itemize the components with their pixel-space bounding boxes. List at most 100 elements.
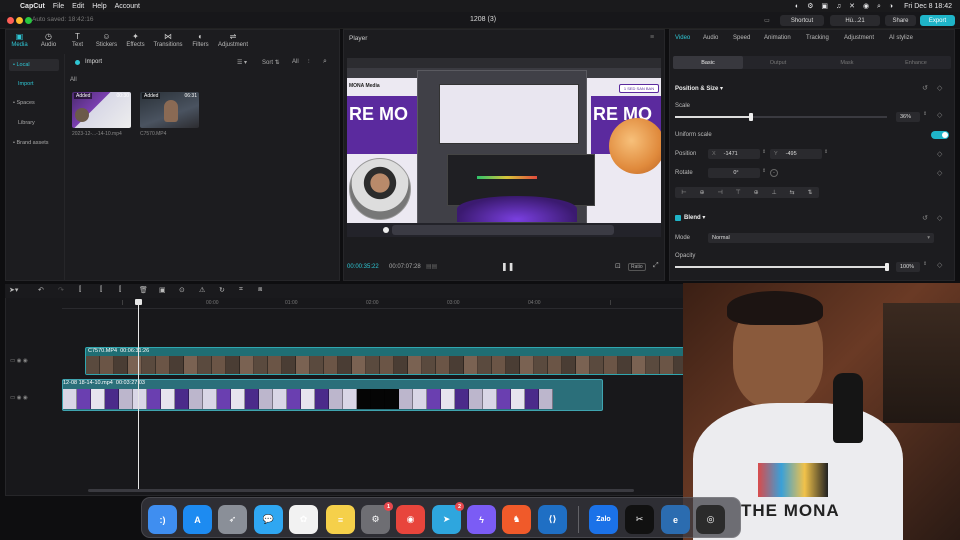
keyframe-icon[interactable]: ◇ bbox=[937, 84, 942, 92]
tab-tracking[interactable]: Tracking bbox=[806, 35, 829, 41]
media-clip-thumbnail[interactable]: Added 06:31 bbox=[140, 92, 199, 128]
sidebar-item-brand-assets[interactable]: • Brand assets bbox=[9, 137, 63, 149]
delete-icon[interactable]: 🗑 bbox=[139, 286, 148, 294]
subtab-basic[interactable]: Basic bbox=[673, 56, 743, 69]
opacity-stepper-icon[interactable]: ⇕ bbox=[923, 261, 927, 267]
menu-file[interactable]: File bbox=[53, 3, 64, 10]
position-y-input[interactable]: Y -495 bbox=[770, 149, 822, 159]
opacity-slider-handle[interactable] bbox=[885, 263, 889, 271]
all-filter-button[interactable]: All bbox=[292, 59, 299, 65]
menu-edit[interactable]: Edit bbox=[72, 3, 84, 10]
flip-h-icon[interactable]: ⇆ bbox=[790, 189, 795, 196]
blend-checkbox[interactable] bbox=[675, 215, 681, 221]
messenger-icon[interactable]: ϟ bbox=[467, 505, 496, 534]
settings-icon[interactable]: ⚙ 1 bbox=[361, 502, 393, 534]
sidebar-item-import[interactable]: Import bbox=[9, 78, 59, 90]
split-right-icon[interactable]: ⫿ bbox=[119, 286, 121, 294]
scale-input[interactable]: 36% bbox=[896, 112, 920, 122]
rotate-keyframe-icon[interactable]: ◇ bbox=[937, 169, 942, 177]
tab-stickers[interactable]: ☺ Stickers bbox=[92, 29, 121, 53]
tab-transitions[interactable]: ⋈ Transitions bbox=[150, 29, 186, 53]
menu-account[interactable]: Account bbox=[115, 3, 140, 10]
undo-icon[interactable]: ↶ bbox=[38, 286, 44, 294]
opacity-input[interactable]: 100% bbox=[896, 262, 920, 272]
photos-icon[interactable]: ✿ bbox=[289, 505, 318, 534]
split-left-icon[interactable]: ⫿ bbox=[100, 286, 102, 294]
messages-icon[interactable]: 💬 bbox=[254, 505, 283, 534]
launchpad-icon[interactable]: ➶ bbox=[218, 505, 247, 534]
player-preview[interactable]: MONA Media RE MO RE MO RE MO 1 SED SAN B… bbox=[347, 58, 661, 237]
position-y-stepper-icon[interactable]: ⇕ bbox=[824, 149, 828, 155]
align-left-icon[interactable]: ⊢ bbox=[681, 189, 686, 196]
import-button[interactable]: Import bbox=[85, 59, 102, 65]
tab-speed[interactable]: Speed bbox=[733, 35, 750, 41]
timecode-icon[interactable]: ▤▤ bbox=[426, 263, 437, 270]
sort-button[interactable]: Sort ⇅ bbox=[262, 59, 280, 66]
edge-icon[interactable]: e bbox=[661, 505, 690, 534]
rotate-tool-icon[interactable]: ↻ bbox=[219, 286, 225, 294]
obs-icon[interactable]: ◎ bbox=[696, 505, 725, 534]
zoom-window-icon[interactable] bbox=[25, 17, 32, 24]
minimize-window-icon[interactable] bbox=[16, 17, 23, 24]
flip-v-icon[interactable]: ⇅ bbox=[807, 189, 812, 196]
sidebar-item-library[interactable]: Library bbox=[9, 117, 59, 129]
timeline-scrollbar[interactable] bbox=[88, 489, 634, 492]
position-x-stepper-icon[interactable]: ⇕ bbox=[762, 149, 766, 155]
rotate-input[interactable]: 0° bbox=[708, 168, 760, 178]
capcut-icon[interactable]: ✂ bbox=[625, 505, 654, 534]
opacity-keyframe-icon[interactable]: ◇ bbox=[937, 261, 942, 269]
zalo-icon[interactable]: Zalo bbox=[589, 505, 618, 534]
uniform-scale-toggle[interactable] bbox=[931, 131, 949, 139]
import-icon[interactable] bbox=[75, 60, 80, 65]
view-toggle-icon[interactable]: ☰ ▾ bbox=[237, 59, 247, 66]
position-keyframe-icon[interactable]: ◇ bbox=[937, 150, 942, 158]
user-account-button[interactable]: Hù...21 bbox=[830, 15, 880, 26]
tab-audio[interactable]: ◷ Audio bbox=[34, 29, 63, 53]
export-button[interactable]: Export bbox=[920, 15, 955, 26]
finder-icon[interactable]: :) bbox=[148, 505, 177, 534]
sidebar-item-spaces[interactable]: • Spaces bbox=[9, 97, 59, 109]
blend-mode-select[interactable]: Normal ▾ bbox=[708, 233, 934, 243]
tab-animation[interactable]: Animation bbox=[764, 35, 791, 41]
tab-audio-inspector[interactable]: Audio bbox=[703, 35, 718, 41]
tab-effects[interactable]: ✦ Effects bbox=[121, 29, 150, 53]
tab-text[interactable]: T Text bbox=[63, 29, 92, 53]
tab-adjustment[interactable]: ⇌ Adjustment bbox=[215, 29, 251, 53]
freeze-icon[interactable]: ▣ bbox=[159, 286, 166, 294]
tab-filters[interactable]: ◐ Filters bbox=[186, 29, 215, 53]
shortcut-button[interactable]: Shortcut bbox=[780, 15, 824, 26]
auto-caption-icon[interactable]: ⧈ bbox=[258, 286, 262, 294]
playhead[interactable] bbox=[138, 299, 139, 489]
sidebar-item-local[interactable]: • Local bbox=[9, 59, 59, 71]
filter-icon[interactable]: ⫶ bbox=[308, 59, 310, 66]
crop-icon[interactable]: ⌗ bbox=[239, 286, 243, 294]
tab-ai-stylize[interactable]: AI stylize bbox=[889, 35, 913, 41]
blend-keyframe-icon[interactable]: ◇ bbox=[937, 214, 942, 222]
chrome-icon[interactable]: ◉ bbox=[396, 505, 425, 534]
redo-icon[interactable]: ↷ bbox=[58, 286, 64, 294]
tab-media[interactable]: ▣ Media bbox=[5, 29, 34, 53]
tab-adjustment-inspector[interactable]: Adjustment bbox=[844, 35, 874, 41]
subtab-output[interactable]: Output bbox=[743, 56, 813, 69]
rotate-stepper-icon[interactable]: ⇕ bbox=[762, 168, 766, 174]
vscode-icon[interactable]: ⟨⟩ bbox=[538, 505, 567, 534]
reset-icon[interactable]: ↺ bbox=[922, 84, 928, 92]
align-right-icon[interactable]: ⊣ bbox=[717, 189, 722, 196]
align-bottom-icon[interactable]: ⊥ bbox=[771, 189, 776, 196]
layout-icon[interactable]: ▭ bbox=[760, 15, 774, 26]
rotate-dial-icon[interactable]: - bbox=[770, 169, 778, 177]
playhead-handle[interactable] bbox=[135, 299, 142, 305]
tab-video[interactable]: Video bbox=[675, 35, 690, 41]
subtab-enhance[interactable]: Enhance bbox=[881, 56, 951, 69]
ratio-button[interactable]: Ratio bbox=[628, 263, 646, 271]
player-menu-icon[interactable]: ≡ bbox=[650, 34, 654, 41]
search-icon[interactable]: ⌕ bbox=[323, 58, 327, 66]
fit-screen-icon[interactable]: ⊡ bbox=[615, 262, 621, 270]
split-icon[interactable]: ⫿ bbox=[79, 286, 81, 294]
scale-keyframe-icon[interactable]: ◇ bbox=[937, 111, 942, 119]
mirror-icon[interactable]: ⚠ bbox=[199, 286, 205, 294]
align-center-h-icon[interactable]: ⊕ bbox=[700, 189, 705, 196]
scale-stepper-icon[interactable]: ⇕ bbox=[923, 111, 927, 117]
notes-icon[interactable]: ≡ bbox=[326, 505, 355, 534]
select-tool-icon[interactable]: ➤▾ bbox=[9, 286, 18, 294]
